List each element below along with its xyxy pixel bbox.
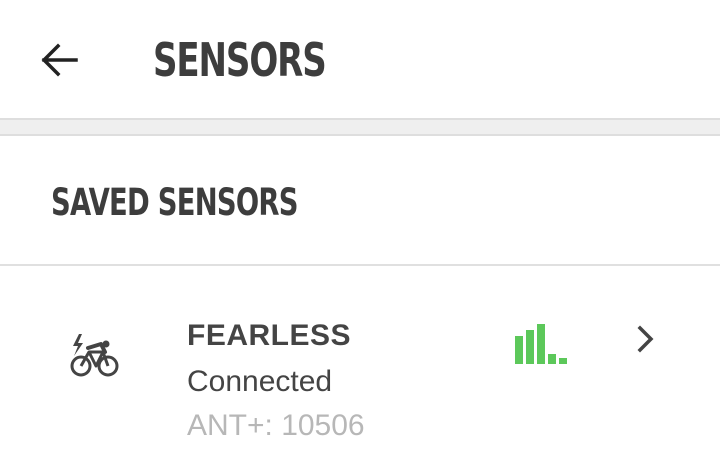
sensor-name: FEARLESS — [187, 319, 352, 352]
e-bike-icon — [70, 334, 119, 377]
sensor-status: Connected — [187, 365, 333, 398]
signal-bar-5 — [559, 358, 567, 364]
app-bar: SENSORS — [0, 0, 720, 118]
page-title: SENSORS — [153, 33, 327, 87]
signal-strength-icon — [515, 324, 567, 364]
chevron-right-icon[interactable] — [630, 324, 660, 354]
sensor-ant-id: ANT+: 10506 — [187, 409, 365, 442]
sensor-list-item[interactable]: FEARLESS Connected ANT+: 10506 — [0, 266, 720, 472]
back-button[interactable] — [28, 36, 92, 84]
signal-bar-4 — [548, 354, 556, 364]
arrow-left-icon — [41, 43, 78, 77]
section-divider — [0, 118, 720, 136]
saved-sensors-header: SAVED SENSORS — [0, 136, 720, 266]
signal-bar-1 — [515, 336, 523, 364]
signal-bar-2 — [526, 330, 534, 364]
section-title: SAVED SENSORS — [51, 181, 298, 224]
signal-bar-3 — [537, 324, 545, 364]
